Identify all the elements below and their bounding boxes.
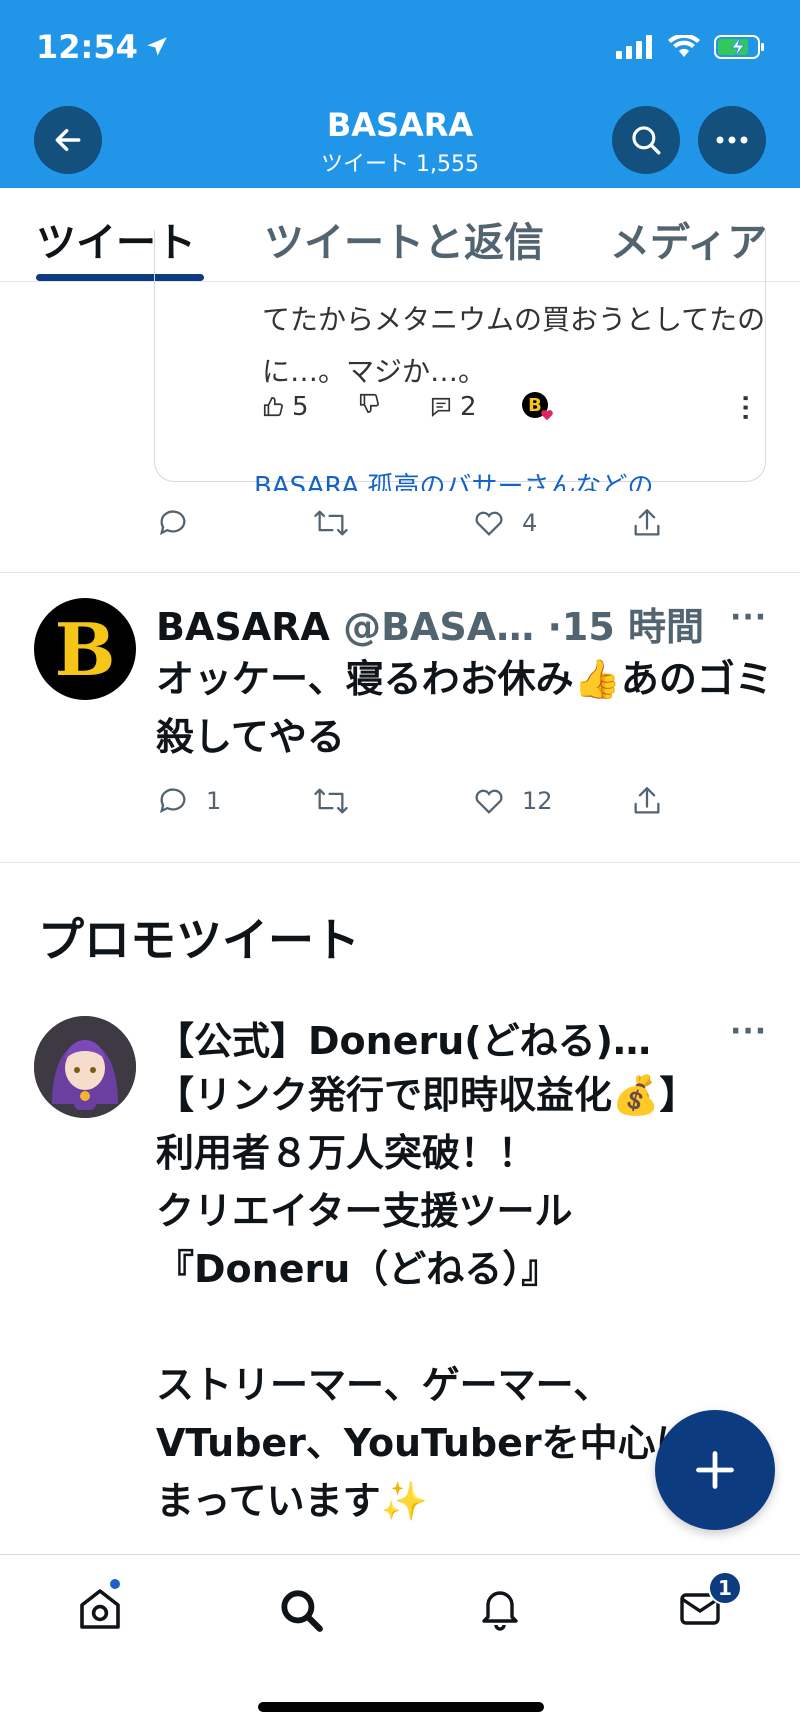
search-button[interactable] xyxy=(612,106,680,174)
tweet-count: ツイート 1,555 xyxy=(321,152,479,177)
card-link[interactable]: BASARA 孤高のバサーさんなどの xyxy=(254,466,724,491)
promoted-heading: プロモツイート xyxy=(38,913,360,967)
reply-button[interactable] xyxy=(156,506,190,540)
like-button[interactable]: 4 xyxy=(472,506,537,540)
heart-icon xyxy=(475,789,503,814)
comment-icon xyxy=(431,397,451,418)
nav-notifications[interactable] xyxy=(476,1585,524,1637)
battery-charging-icon xyxy=(714,35,764,59)
like-button[interactable]: 12 xyxy=(472,784,553,818)
nav-messages[interactable]: 1 xyxy=(676,1571,742,1637)
thumbs-up-icon xyxy=(263,397,283,417)
thumbs-down-icon xyxy=(359,393,379,413)
status-time: 12:54 xyxy=(36,28,170,66)
promo-more-icon[interactable]: ··· xyxy=(730,1014,767,1049)
plus-icon xyxy=(696,1451,734,1489)
retweet-icon xyxy=(314,510,348,536)
tweet-time: ·15 時間 xyxy=(547,605,704,649)
share-icon xyxy=(634,787,660,814)
reply-icon xyxy=(159,788,186,814)
retweet-button[interactable] xyxy=(312,506,350,540)
card-more-icon[interactable]: ··· xyxy=(732,394,757,422)
home-indicator xyxy=(258,1702,544,1712)
more-button[interactable] xyxy=(698,106,766,174)
status-icons xyxy=(616,34,766,60)
divider xyxy=(0,572,800,573)
search-icon xyxy=(281,1590,323,1632)
search-icon xyxy=(632,126,661,155)
reply-icon xyxy=(159,510,186,536)
embedded-card-text: てたからメタニウムの買おうとしてたのに…。マジか…。 xyxy=(262,303,766,388)
compose-tweet-button[interactable] xyxy=(655,1410,775,1530)
card-avatar: B xyxy=(522,392,553,421)
tweet1-actions: 1 12 xyxy=(0,784,800,824)
heart-badge-icon xyxy=(541,410,553,421)
promo-avatar[interactable] xyxy=(34,1016,136,1118)
promo-author[interactable]: 【公式】Doneru(どねる)… xyxy=(156,1010,651,1065)
wifi-icon xyxy=(668,35,700,57)
divider xyxy=(0,862,800,863)
reply-button[interactable]: 1 xyxy=(156,784,221,818)
share-icon xyxy=(634,509,660,536)
retweet-icon xyxy=(314,788,348,814)
bell-icon xyxy=(482,1591,518,1631)
heart-icon xyxy=(475,511,503,536)
tweet-handle: @BASA… xyxy=(343,605,535,649)
status-bar: 12:54 xyxy=(0,0,800,100)
tweet-more-icon[interactable]: ··· xyxy=(730,600,767,635)
card-dislike[interactable] xyxy=(358,392,380,414)
location-arrow-icon xyxy=(147,37,167,56)
signal-icon xyxy=(616,35,652,59)
messages-count-badge: 1 xyxy=(708,1571,742,1605)
profile-header: BASARA ツイート 1,555 xyxy=(0,100,800,188)
more-dots-icon xyxy=(716,136,748,144)
tweet-author[interactable]: BASARA @BASA… ·15 時間 xyxy=(156,596,704,651)
profile-name: BASARA xyxy=(326,106,474,144)
card-comments[interactable]: 2 xyxy=(430,392,477,422)
avatar[interactable]: B xyxy=(34,598,136,700)
tweet0-actions: 4 xyxy=(0,506,800,546)
nav-home[interactable] xyxy=(76,1577,124,1637)
share-button[interactable] xyxy=(630,506,664,540)
nav-search[interactable] xyxy=(276,1585,326,1639)
home-notification-dot xyxy=(108,1577,122,1591)
home-icon xyxy=(80,1589,120,1629)
anime-character-avatar-icon xyxy=(34,1016,136,1118)
card-heart-badge: B xyxy=(522,392,553,421)
share-button[interactable] xyxy=(630,784,664,818)
card-like[interactable]: 5 xyxy=(262,392,309,422)
tweet-text: オッケー、寝るわお休み👍あのゴミ殺してやる xyxy=(156,657,773,759)
retweet-button[interactable] xyxy=(312,784,350,818)
